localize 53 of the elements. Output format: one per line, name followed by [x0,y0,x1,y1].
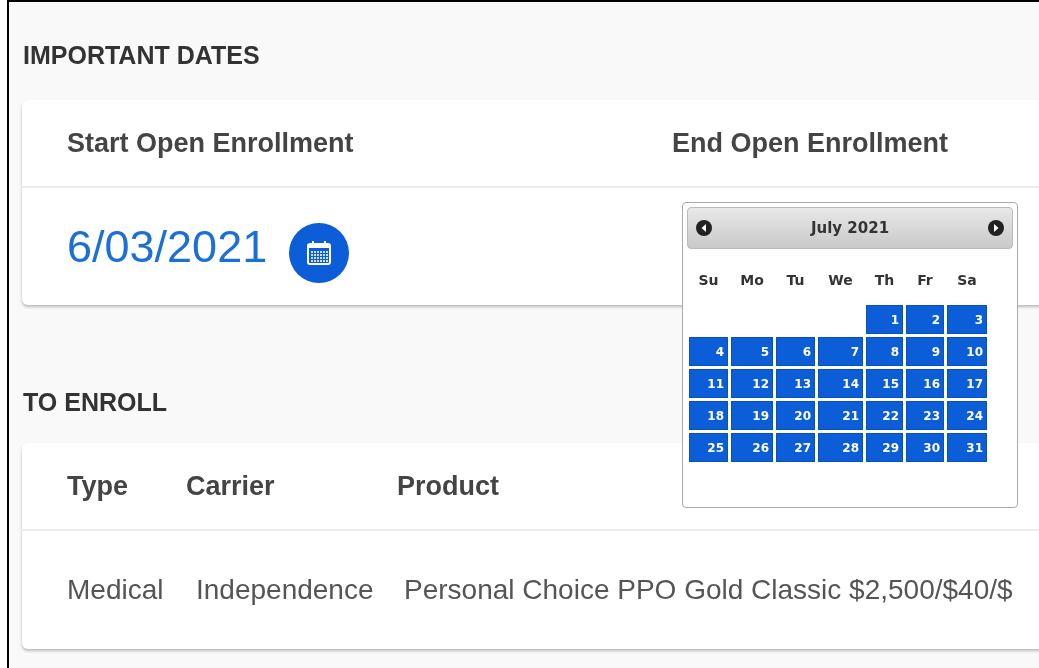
day-cell[interactable]: 6 [776,337,815,366]
day-cell[interactable]: 12 [731,369,773,398]
day-cell[interactable]: 10 [947,337,987,366]
day-cell[interactable]: 20 [776,401,815,430]
day-cell[interactable]: 22 [866,401,903,430]
day-cell[interactable]: 17 [947,369,987,398]
day-cell[interactable]: 23 [906,401,944,430]
day-cell[interactable]: 21 [818,401,863,430]
day-cell[interactable]: 26 [731,433,773,462]
weekday-label: Fr [917,272,933,288]
day-cell[interactable]: 27 [776,433,815,462]
day-cell[interactable]: 25 [689,433,728,462]
column-header: Start Open Enrollment [67,127,355,159]
day-cell[interactable]: 18 [689,401,728,430]
day-cell[interactable]: 8 [866,337,903,366]
section-heading: IMPORTANT DATES [23,40,260,71]
calendar-icon [306,239,333,266]
day-cell[interactable]: 3 [947,305,987,334]
day-cell[interactable]: 9 [906,337,944,366]
month-title: July 2021 [810,219,890,237]
day-cell[interactable]: 13 [776,369,815,398]
day-cell[interactable]: 11 [689,369,728,398]
day-cell[interactable]: 30 [906,433,944,462]
next-month-button[interactable] [988,220,1004,236]
weekday-label: Th [874,272,895,288]
day-cell[interactable]: 28 [818,433,863,462]
day-cell[interactable]: 31 [947,433,987,462]
day-cell[interactable]: 1 [866,305,903,334]
table-cell-text: Independence [196,574,375,606]
day-cell[interactable]: 19 [731,401,773,430]
day-cell[interactable]: 24 [947,401,987,430]
day-cell[interactable]: 16 [906,369,944,398]
weekday-label: Su [698,272,719,288]
column-header: Type [67,470,129,502]
day-cell[interactable]: 4 [689,337,728,366]
day-cell[interactable]: 15 [866,369,903,398]
day-cell[interactable]: 5 [731,337,773,366]
day-cell[interactable]: 29 [866,433,903,462]
column-header: Product [397,470,499,502]
weekday-label: Tu [786,272,805,288]
table-cell-text: Medical [67,574,165,606]
start-date: 6/03/2021 [67,220,268,273]
table-cell: Personal Choice PPO Gold Classic $2,500/$40/$ [404,574,1013,606]
day-cell[interactable]: 7 [818,337,863,366]
section-heading: TO ENROLL [23,387,167,418]
previous-month-button[interactable] [696,220,712,236]
day-cell[interactable]: 2 [906,305,944,334]
weekday-label: Sa [957,272,977,288]
column-header: End Open Enrollment [672,127,948,159]
column-header: Carrier [186,470,276,502]
weekday-label: We [828,272,853,288]
day-cell[interactable]: 14 [818,369,863,398]
weekday-label: Mo [740,272,764,288]
